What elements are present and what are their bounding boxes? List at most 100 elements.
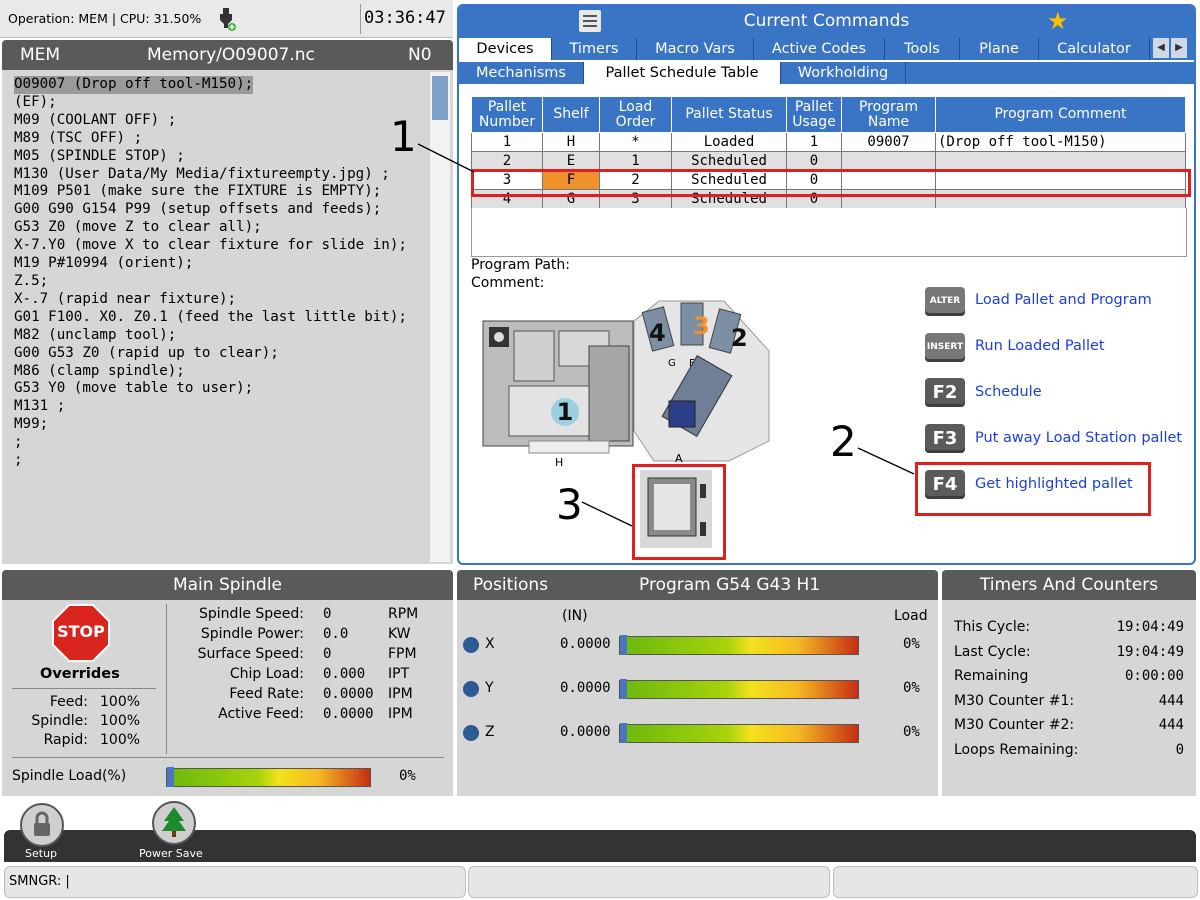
program-line[interactable]: Z.5; [14, 273, 424, 291]
tab-plane[interactable]: Plane [960, 38, 1039, 60]
f3-key[interactable]: F3 [925, 424, 965, 453]
program-line[interactable]: (EF); [14, 94, 424, 112]
program-line[interactable]: M89 (TSC OFF) ; [14, 130, 424, 148]
scrollbar-thumb[interactable] [432, 76, 448, 120]
command-line-text: SMNGR: | [9, 874, 70, 889]
stat-label: Active Feed: [218, 706, 304, 722]
mode-label: MEM [20, 45, 61, 65]
program-line[interactable]: M82 (unclamp tool); [14, 327, 424, 345]
run-loaded-pallet-action[interactable]: Run Loaded Pallet [975, 338, 1105, 354]
callout-2: 2 [830, 417, 857, 466]
program-line[interactable]: M130 (User Data/My Media/fixtureempty.jp… [14, 166, 424, 184]
tab-tools[interactable]: Tools [885, 38, 960, 60]
home-icon [463, 637, 479, 653]
program-line[interactable]: M131 ; [14, 398, 424, 416]
program-line[interactable]: M86 (clamp spindle); [14, 363, 424, 381]
schedule-action[interactable]: Schedule [975, 384, 1042, 400]
shelf-f-label: F [689, 358, 695, 369]
column-header: Program Comment [935, 96, 1186, 133]
table-cell [935, 151, 1186, 171]
spindle-load-label: Spindle Load(%) [12, 768, 127, 784]
stat-value: 0.0 [323, 626, 349, 642]
f2-key[interactable]: F2 [925, 378, 965, 407]
table-row[interactable]: 2 E 1 Scheduled 0 [471, 151, 1186, 171]
table-cell: 0 [786, 151, 842, 171]
table-cell: Loaded [671, 132, 787, 152]
setup-button[interactable] [20, 803, 64, 847]
timers-header: Timers And Counters [942, 570, 1196, 600]
timer-value: 0 [1175, 741, 1184, 758]
setup-label: Setup [25, 847, 58, 860]
stat-label: Spindle Power: [200, 626, 304, 642]
file-name: Memory/O09007.nc [147, 45, 315, 65]
axis-load-pointer [620, 679, 627, 699]
stat-label: Chip Load: [229, 666, 304, 682]
program-line[interactable]: G00 G90 G154 P99 (setup offsets and feed… [14, 201, 424, 219]
program-line[interactable]: G01 F100. X0. Z0.1 (feed the last little… [14, 309, 424, 327]
program-line[interactable]: G53 Y0 (move table to user); [14, 380, 424, 398]
program-listing[interactable]: O09007 (Drop off tool-M150); (EF); M09 (CO… [14, 76, 424, 470]
spindle-load-bar [166, 767, 371, 787]
stat-unit: RPM [388, 606, 419, 622]
power-save-button[interactable] [152, 801, 196, 845]
column-header: Load Order [599, 96, 672, 133]
program-line[interactable]: M05 (SPINDLE STOP) ; [14, 148, 424, 166]
stat-unit: IPM [388, 686, 413, 702]
column-header: Shelf [542, 96, 600, 133]
callout-1: 1 [390, 112, 417, 161]
load-pallet-and-program-action[interactable]: Load Pallet and Program [975, 292, 1152, 308]
program-line[interactable]: X-7.Y0 (move X to clear fixture for slid… [14, 237, 424, 255]
overrides-label: Overrides [40, 666, 120, 682]
tab-timers[interactable]: Timers [552, 38, 637, 60]
insert-key[interactable]: INSERT [925, 333, 965, 362]
top-status-bar: Operation: MEM | CPU: 31.50% 03:36:47 [0, 0, 453, 38]
positions-title: Positions [473, 575, 549, 595]
program-line[interactable]: G00 G53 Z0 (rapid up to clear); [14, 345, 424, 363]
program-panel: MEM Memory/O09007.nc N0 O09007 (Drop off… [2, 40, 453, 564]
lock-icon [34, 811, 50, 836]
axis-value: 0.0000 [560, 724, 611, 740]
timers-title: Timers And Counters [979, 575, 1159, 595]
spindle-load-pointer [167, 767, 174, 787]
axis-name: Y [485, 680, 494, 696]
alter-key[interactable]: ALTER [925, 287, 965, 316]
tab-right-arrow-icon[interactable]: ▶ [1171, 38, 1187, 58]
program-line[interactable]: M19 P#10994 (orient); [14, 255, 424, 273]
panel-title: Current Commands [743, 11, 910, 31]
tab-left-arrow-icon[interactable]: ◀ [1153, 38, 1169, 58]
put-away-load-station-action[interactable]: Put away Load Station pallet [975, 430, 1182, 446]
tab-macro-vars[interactable]: Macro Vars [637, 38, 754, 60]
command-line[interactable]: SMNGR: | [4, 866, 466, 898]
program-line[interactable]: M99; [14, 416, 424, 434]
scrollbar[interactable] [430, 72, 450, 562]
line-number: N0 [408, 45, 432, 65]
timer-value: 444 [1158, 692, 1184, 709]
positions-program: Program G54 G43 H1 [639, 575, 821, 595]
program-line[interactable]: X-.7 (rapid near fixture); [14, 291, 424, 309]
positions-header: Positions Program G54 G43 H1 [457, 570, 938, 600]
tab-active-codes[interactable]: Active Codes [754, 38, 885, 60]
table-cell: * [599, 132, 672, 152]
subtab-mechanisms[interactable]: Mechanisms [459, 62, 584, 84]
axis-load-pointer [620, 723, 627, 743]
program-line[interactable]: ; [14, 452, 424, 470]
axis-load-bar [619, 723, 859, 743]
subtab-workholding[interactable]: Workholding [781, 62, 906, 84]
override-value: 100% [100, 694, 141, 710]
program-line[interactable]: ; [14, 434, 424, 452]
timer-label: Remaining [954, 668, 1029, 684]
timer-label: This Cycle: [954, 619, 1031, 635]
timers-panel: Timers And Counters This Cycle: 19:04:49 L… [942, 570, 1196, 796]
tab-calculator[interactable]: Calculator [1039, 38, 1150, 60]
program-line[interactable]: M109 P501 (make sure the FIXTURE is EMPT… [14, 183, 424, 201]
tab-devices[interactable]: Devices [459, 38, 552, 60]
program-line[interactable]: O09007 (Drop off tool-M150); [14, 76, 254, 94]
divider [12, 688, 156, 689]
table-row[interactable]: 1 H * Loaded 1 09007 (Drop off tool-M150) [471, 132, 1186, 152]
pallet-2-marker: 2 [731, 324, 748, 352]
f4-highlight-box [915, 462, 1151, 516]
program-line[interactable]: M09 (COOLANT OFF) ; [14, 112, 424, 130]
subtab-pallet-schedule-table[interactable]: Pallet Schedule Table [584, 62, 781, 84]
program-line[interactable]: G53 Z0 (move Z to clear all); [14, 219, 424, 237]
star-icon[interactable]: ★ [1047, 7, 1069, 35]
